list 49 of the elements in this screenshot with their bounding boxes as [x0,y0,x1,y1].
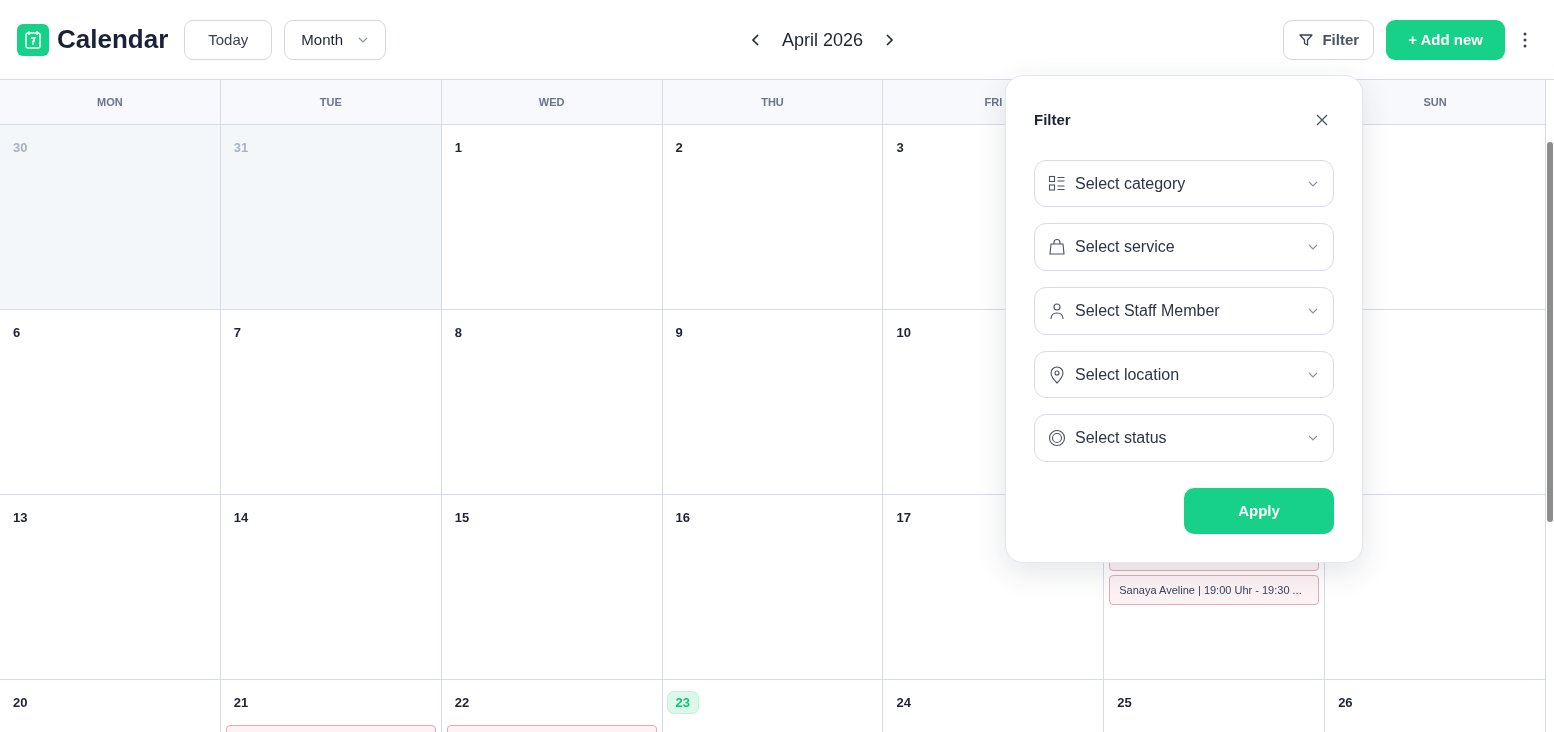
day-number: 1 [453,139,463,157]
weekday-label: SUN [1423,96,1447,108]
day-number: 16 [674,509,692,527]
weekday-label: MON [97,96,123,108]
day-number: 13 [12,509,29,527]
weekday-label: THU [761,96,784,108]
weekday-label: FRI [984,96,1003,108]
ring-icon [1048,429,1066,448]
day-number: 22 [453,694,471,712]
weekday-label: WED [538,96,565,108]
day-number: 30 [12,139,29,157]
more-menu-icon[interactable] [1523,31,1527,48]
day-number: 8 [453,324,463,342]
day-number: 9 [674,324,684,342]
today-date: 23 [667,692,699,713]
view-select[interactable]: Month [284,19,386,60]
day-number: 20 [12,694,29,712]
select-field[interactable]: Select location [1034,350,1334,399]
day-number: 2 [674,139,684,157]
app-title: Calendar [57,24,169,55]
close-icon[interactable] [1316,113,1328,126]
day-number: 10 [895,324,912,342]
person-icon [1048,301,1066,320]
calendar-logo-icon [17,23,49,56]
day-number: 31 [232,139,250,157]
select-field[interactable]: Select status [1034,414,1334,462]
day-number: 3 [895,139,905,157]
bag-icon [1048,238,1066,257]
today-button[interactable]: Today [184,19,273,60]
location-pin-icon [1048,365,1066,384]
current-period: April 2026 [782,29,864,51]
grid-list-icon [1048,174,1066,193]
select-field[interactable]: Select service [1034,223,1334,272]
day-number: 15 [453,509,471,527]
day-number: 21 [232,694,250,712]
day-number: 25 [1116,694,1133,712]
funnel-icon [1298,31,1315,48]
day-number: 26 [1337,694,1354,712]
scrollbar-thumb[interactable] [1547,142,1553,522]
day-number: 6 [12,324,22,342]
day-number: 17 [895,509,912,527]
day-number: 24 [895,694,912,712]
day-number: 7 [232,324,243,342]
day-number: 14 [232,509,250,527]
select-field[interactable]: Select Staff Member [1034,287,1334,335]
select-field[interactable]: Select category [1034,159,1334,208]
weekday-label: TUE [319,96,342,108]
filter-button[interactable]: Filter [1283,19,1375,60]
event-chip[interactable]: Sanaya Aveline | 19:00 Uhr - 19:30 ... [1109,575,1320,605]
